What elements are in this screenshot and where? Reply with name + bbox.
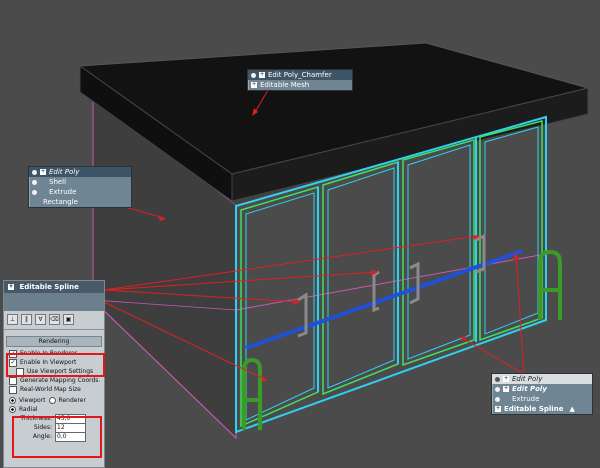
expand-icon[interactable]: + [259,72,265,78]
stack-item-edit-poly-chamfer[interactable]: + Edit Poly_Chamfer [248,70,352,80]
stack-item-rectangle[interactable]: Rectangle [29,197,131,207]
stack-item-label: Editable Spline [504,405,564,413]
stack-item-label: Shell [49,178,67,186]
expand-icon[interactable]: + [495,406,501,412]
radial-radio[interactable] [9,406,16,413]
lightbulb-icon[interactable] [251,72,256,78]
lightbulb-icon[interactable] [32,189,37,195]
stack-item-label: Edit Poly [512,385,547,393]
expand-icon[interactable]: + [251,82,257,88]
option-label: Renderer [58,397,86,404]
stack-item-edit-poly[interactable]: + Edit Poly [29,167,131,177]
stack-item-label: Edit Poly [512,375,543,383]
stack-item-editable-spline[interactable]: + Editable Spline [4,281,104,293]
stack-item-label: Extrude [49,188,77,196]
stack-item-label: Editable Mesh [260,81,310,89]
make-unique-icon[interactable]: ∀ [35,314,46,325]
stack-item-label: Edit Poly_Chamfer [268,71,332,79]
stack-item-label: Editable Spline [19,283,79,291]
lightbulb-icon[interactable] [32,169,37,175]
checkbox-unchecked[interactable] [9,376,17,385]
renderer-radio[interactable] [48,397,56,404]
stack-item-label: Extrude [512,395,540,403]
stack-item-edit-poly-2[interactable]: + Edit Poly [492,384,592,394]
option-label: Generate Mapping Coords. [20,377,101,384]
stack-item-label: Edit Poly [49,168,80,176]
radial-option[interactable]: Radial [4,405,104,414]
modifier-stack-right: + Edit Poly + Edit Poly Extrude + Editab… [491,373,593,415]
stack-item-shell[interactable]: Shell [29,177,131,187]
rendering-rollout-header[interactable]: Rendering [6,336,102,347]
expand-icon[interactable]: + [40,169,46,175]
stack-item-extrude[interactable]: Extrude [29,187,131,197]
checkbox-unchecked[interactable] [9,385,17,394]
stack-list-area[interactable] [4,293,104,311]
lightbulb-icon[interactable] [495,386,500,392]
highlight-enable-checkboxes [6,353,105,377]
generate-mapping-option[interactable]: Generate Mapping Coords. [4,376,104,385]
expand-icon[interactable]: + [8,284,14,290]
option-label: Real-World Map Size [20,386,81,393]
remove-modifier-icon[interactable]: ⌫ [49,314,60,325]
option-label: Radial [19,406,38,413]
rollout-title: Rendering [38,338,70,345]
pin-stack-icon[interactable]: ⊥ [7,314,18,325]
lightbulb-icon[interactable] [32,179,37,185]
stack-item-extrude[interactable]: Extrude [492,394,592,404]
show-end-result-icon[interactable]: ‖ [21,314,32,325]
viewport-renderer-toggle: Viewport Renderer [4,396,104,405]
lightbulb-icon[interactable] [495,376,500,382]
modifier-stack-left: + Edit Poly Shell Extrude Rectangle [28,166,132,208]
stack-item-editable-mesh[interactable]: + Editable Mesh [248,80,352,90]
real-world-map-option[interactable]: Real-World Map Size [4,385,104,394]
option-label: Viewport [19,397,46,404]
viewport-radio[interactable] [9,397,16,404]
configure-sets-icon[interactable]: ▣ [63,314,74,325]
scroll-arrow-icon[interactable]: ▲ [569,404,574,414]
stack-item-label: Rectangle [43,198,78,206]
stack-item-editable-spline[interactable]: + Editable Spline ▲ [492,404,592,414]
highlight-thickness-sides [12,416,102,458]
stack-item-edit-poly-top[interactable]: + Edit Poly [492,374,592,384]
lightbulb-icon[interactable] [495,396,500,402]
expand-icon[interactable]: + [503,386,509,392]
stack-toolbar: ⊥ ‖ ∀ ⌫ ▣ [4,311,104,330]
modifier-stack-top: + Edit Poly_Chamfer + Editable Mesh [247,69,353,91]
expand-icon[interactable]: + [503,376,509,382]
